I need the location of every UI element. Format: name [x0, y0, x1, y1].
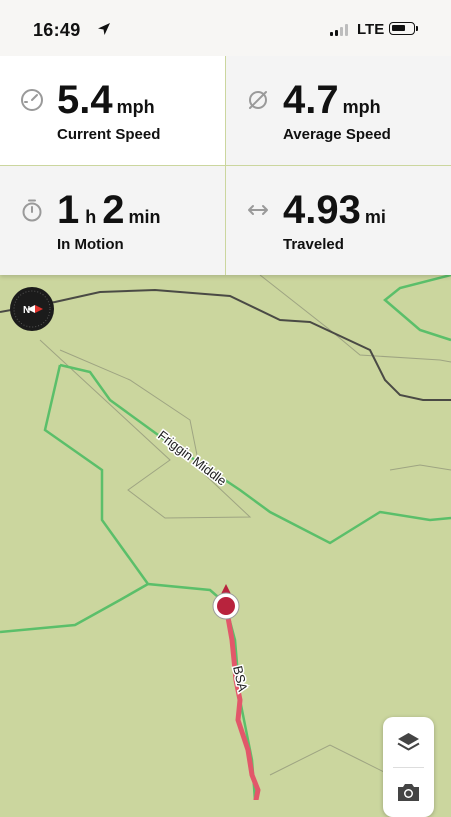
status-bar: 16:49 LTE: [0, 0, 451, 56]
network-type: LTE: [357, 21, 385, 38]
average-speed-unit: mph: [342, 97, 381, 117]
camera-button[interactable]: [383, 768, 434, 817]
current-speed-value: 5.4: [57, 78, 113, 122]
layers-icon: [397, 733, 420, 751]
stat-current-speed[interactable]: 5.4 mph Current Speed: [0, 56, 225, 165]
stat-traveled[interactable]: 4.93 mi Traveled: [226, 166, 451, 275]
motion-minutes-value: 2: [102, 188, 125, 232]
current-speed-unit: mph: [116, 97, 155, 117]
map-controls-panel: [383, 717, 434, 817]
motion-minutes-unit: min: [128, 207, 161, 227]
signal-bars-icon: [330, 24, 348, 36]
compass-button[interactable]: N: [10, 287, 54, 331]
layers-button[interactable]: [383, 717, 434, 767]
traveled-value: 4.93: [283, 188, 361, 232]
speedometer-icon: [21, 89, 43, 111]
traveled-label: Traveled: [283, 236, 344, 253]
motion-hours-value: 1: [57, 188, 80, 232]
compass-letter: N: [23, 305, 30, 316]
status-time: 16:49: [33, 20, 81, 40]
average-speed-value: 4.7: [283, 78, 339, 122]
stopwatch-icon: [22, 199, 42, 222]
stat-average-speed[interactable]: 4.7 mph Average Speed: [226, 56, 451, 165]
average-speed-label: Average Speed: [283, 126, 391, 143]
motion-hours-unit: h: [85, 207, 97, 227]
location-arrow-icon: [98, 23, 110, 35]
battery-icon: [389, 22, 415, 35]
current-speed-label: Current Speed: [57, 126, 161, 143]
in-motion-label: In Motion: [57, 236, 124, 253]
stat-in-motion[interactable]: 1 h 2 min In Motion: [0, 166, 225, 275]
traveled-unit: mi: [364, 207, 386, 227]
compass-icon: N: [13, 290, 51, 328]
distance-arrows-icon: [248, 205, 268, 215]
stats-panel: 5.4 mph Current Speed 4.7 mph Average Spee…: [0, 56, 451, 275]
average-icon: [249, 91, 267, 109]
